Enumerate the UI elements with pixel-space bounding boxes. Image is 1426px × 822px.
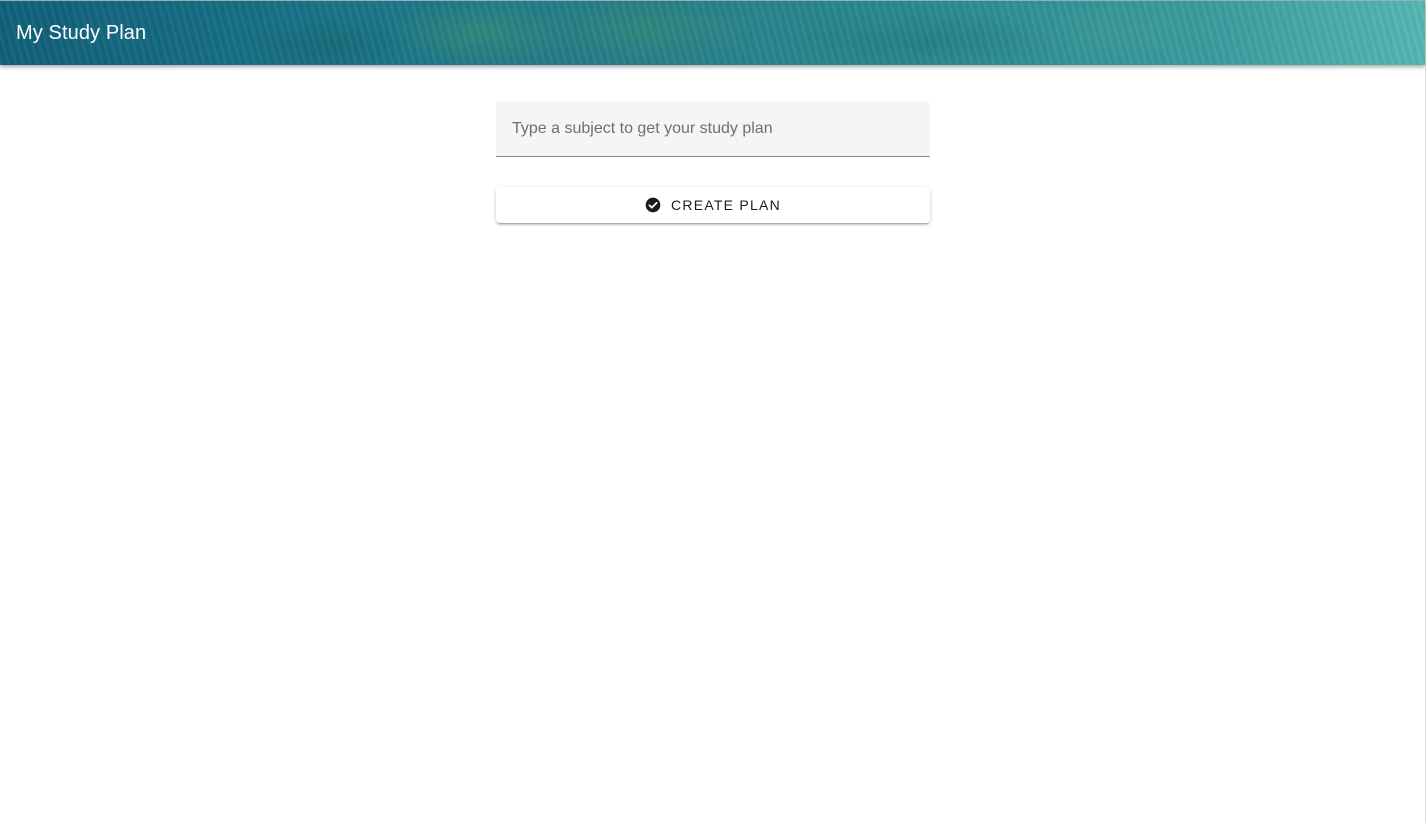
app-title: My Study Plan: [16, 22, 147, 44]
create-plan-button[interactable]: CREATE PLAN: [496, 187, 930, 223]
top-app-bar: My Study Plan: [0, 0, 1425, 65]
app-window: My Study Plan CREATE PLAN: [0, 0, 1426, 822]
create-plan-label: CREATE PLAN: [671, 197, 781, 213]
subject-input[interactable]: [496, 101, 930, 156]
check-circle-icon: [645, 197, 661, 213]
subject-field[interactable]: [496, 101, 930, 157]
